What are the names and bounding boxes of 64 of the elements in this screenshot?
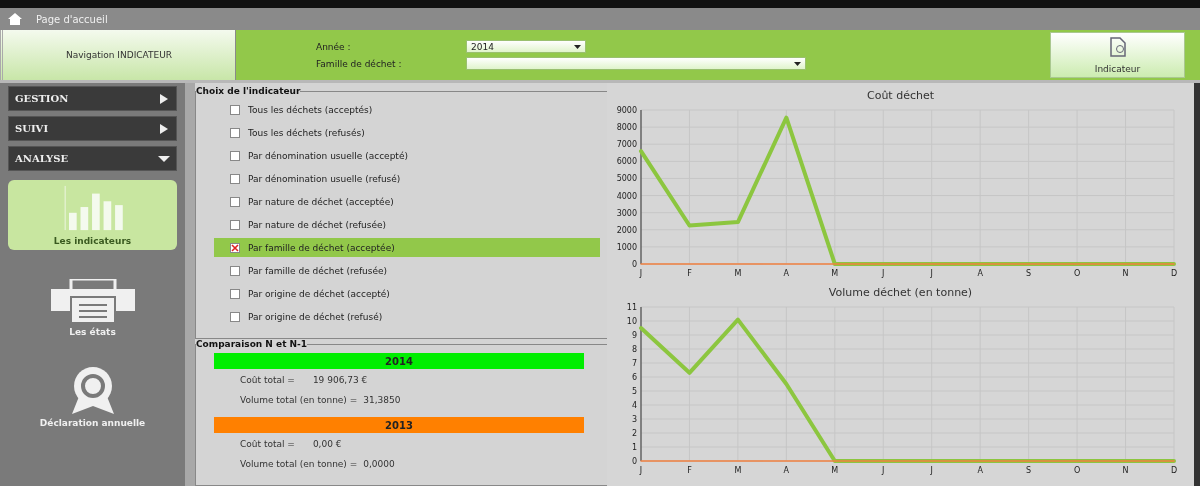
x-tick-label: A	[977, 269, 983, 278]
x-tick-label: J	[639, 466, 643, 475]
y-tick-label: 3000	[616, 208, 637, 218]
y-tick-label: 0	[631, 457, 637, 466]
x-tick-label: S	[1026, 466, 1032, 475]
y-tick-label: 9000	[616, 106, 637, 115]
y-tick-label: 9	[631, 331, 637, 340]
y-tick-label: 2	[631, 429, 637, 438]
x-tick-label: A	[783, 269, 790, 278]
x-tick-label: N	[1122, 269, 1129, 278]
x-tick-label: J	[930, 269, 933, 278]
x-tick-label: D	[1170, 269, 1178, 278]
x-tick-label: M	[734, 466, 742, 475]
cost-value: 19 906,73 €	[312, 375, 368, 385]
y-tick-label: 2000	[616, 225, 637, 235]
volume-label: Volume total (en tonne) =	[240, 395, 358, 405]
x-tick-label: A	[783, 466, 790, 475]
x-tick-label: J	[930, 466, 933, 475]
cost-label: Coût total =	[240, 439, 295, 449]
volume-value: 0,0000	[363, 459, 395, 469]
y-tick-label: 11	[626, 303, 637, 312]
x-tick-label: D	[1170, 466, 1178, 475]
chart-title: Coût déchet	[865, 88, 935, 102]
group-title: Comparaison N et N-1	[196, 339, 308, 349]
y-tick-label: 7000	[616, 140, 637, 150]
x-tick-label: J	[639, 269, 643, 278]
y-tick-label: 3	[631, 415, 637, 424]
x-tick-label: N	[1122, 466, 1129, 475]
field-label: Année :	[316, 41, 352, 52]
year-banner: 2013	[214, 417, 584, 433]
x-tick-label: O	[1073, 466, 1081, 475]
navigation-title: Navigation INDICATEUR	[0, 30, 236, 80]
x-tick-label: M	[734, 269, 742, 278]
volume-value: 31,3850	[363, 395, 401, 405]
chart-title: Volume déchet (en tonne)	[827, 285, 974, 299]
year-banner: 2014	[214, 353, 584, 369]
group-title: Choix de l'indicateur	[196, 86, 301, 96]
y-tick-label: 8000	[616, 123, 637, 133]
x-tick-label: F	[687, 466, 692, 475]
x-tick-label: J	[882, 269, 885, 278]
cost-label: Coût total =	[240, 375, 295, 385]
y-tick-label: 6000	[616, 157, 637, 167]
y-tick-label: 5000	[616, 174, 637, 184]
x-tick-label: S	[1026, 269, 1032, 278]
y-tick-label: 5	[631, 387, 637, 396]
x-tick-label: M	[831, 269, 839, 278]
page-title: Page d'accueil	[36, 13, 108, 25]
y-tick-label: 4000	[616, 191, 637, 201]
x-tick-label: O	[1073, 269, 1081, 278]
x-tick-label: M	[831, 466, 839, 475]
y-tick-label: 7	[631, 359, 637, 368]
y-tick-label: 4	[631, 401, 637, 410]
y-tick-label: 1	[631, 443, 637, 452]
y-tick-label: 0	[631, 260, 637, 269]
y-tick-label: 10	[626, 317, 637, 326]
cost-value: 0,00 €	[312, 439, 342, 449]
x-tick-label: A	[977, 466, 983, 475]
volume-label: Volume total (en tonne) =	[240, 459, 358, 469]
y-tick-label: 6	[631, 373, 637, 382]
x-tick-label: J	[882, 466, 885, 475]
x-tick-label: F	[687, 269, 692, 278]
y-tick-label: 1000	[616, 242, 637, 252]
field-label: Famille de déchet :	[316, 58, 403, 69]
y-tick-label: 8	[631, 345, 637, 354]
